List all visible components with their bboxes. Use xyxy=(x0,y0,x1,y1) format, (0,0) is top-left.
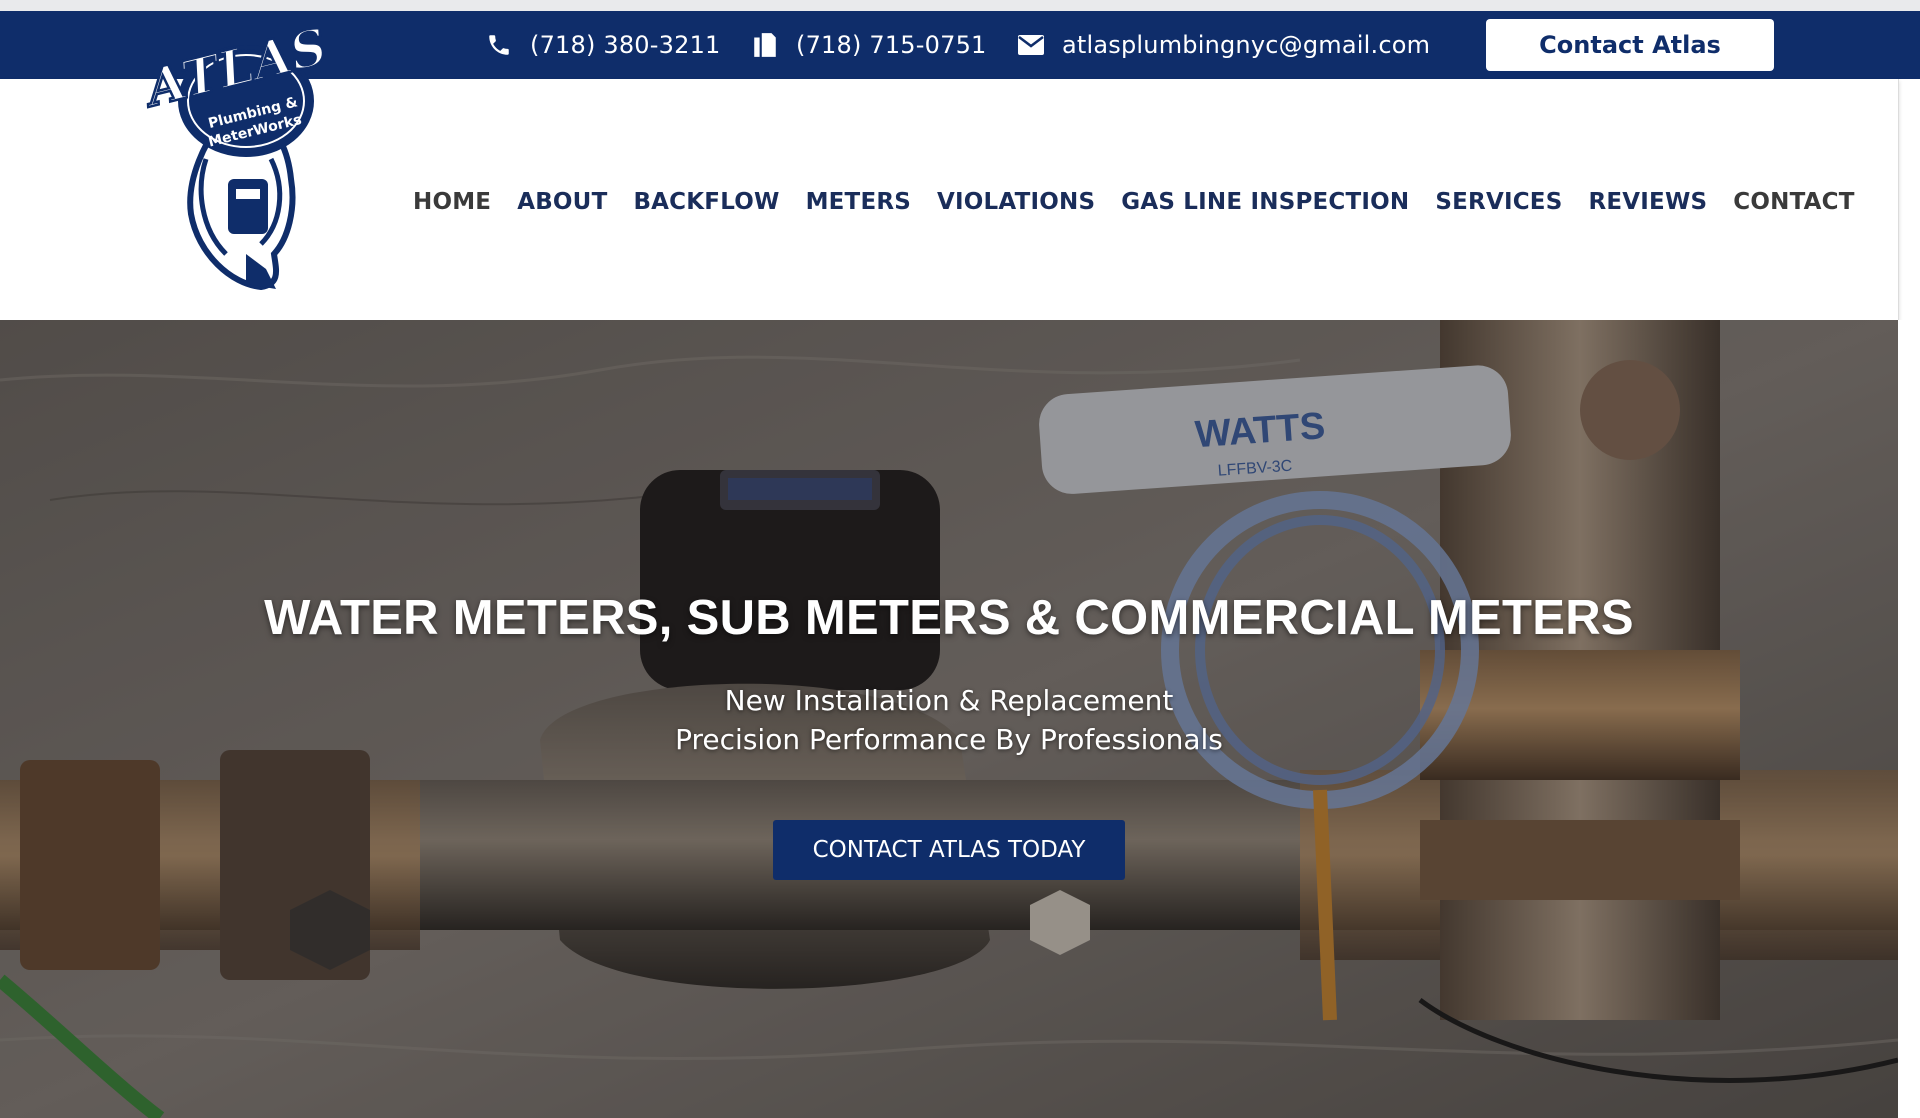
hero-subtitle-line2: Precision Performance By Professionals xyxy=(675,723,1223,756)
nav-backflow[interactable]: BACKFLOW xyxy=(620,185,792,219)
hero-section: WATTS LFFBV-3C WATER METERS, SUB METERS … xyxy=(0,320,1898,1118)
hero-subtitle-line1: New Installation & Replacement xyxy=(724,684,1174,717)
contact-atlas-today-button[interactable]: CONTACT ATLAS TODAY xyxy=(773,820,1125,880)
phone-link[interactable]: (718) 380-3211 xyxy=(486,11,721,79)
nav-meters[interactable]: METERS xyxy=(793,185,924,219)
fax-icon xyxy=(752,31,778,59)
page-right-margin xyxy=(1898,320,1920,1118)
hero-title: WATER METERS, SUB METERS & COMMERCIAL ME… xyxy=(264,591,1634,645)
email-link[interactable]: atlasplumbingnyc@gmail.com xyxy=(1018,11,1430,79)
site-header: ATLAS Plumbing & MeterWorks HOME ABOUT B… xyxy=(0,29,1899,320)
envelope-icon xyxy=(1018,35,1044,55)
phone-number: (718) 380-3211 xyxy=(530,31,721,59)
email-address: atlasplumbingnyc@gmail.com xyxy=(1062,31,1431,59)
fax-number: (718) 715-0751 xyxy=(796,31,987,59)
nav-about[interactable]: ABOUT xyxy=(504,185,620,219)
browser-top-strip xyxy=(0,0,1920,11)
nav-home[interactable]: HOME xyxy=(400,185,504,219)
atlas-logo: ATLAS Plumbing & MeterWorks xyxy=(146,29,334,291)
nav-services[interactable]: SERVICES xyxy=(1422,185,1575,219)
main-nav: HOME ABOUT BACKFLOW METERS VIOLATIONS GA… xyxy=(400,185,1868,219)
phone-icon xyxy=(486,32,512,58)
contact-atlas-button[interactable]: Contact Atlas xyxy=(1486,19,1774,71)
hero-overlay xyxy=(0,320,1898,1118)
nav-gas-line-inspection[interactable]: GAS LINE INSPECTION xyxy=(1108,185,1422,219)
nav-reviews[interactable]: REVIEWS xyxy=(1575,185,1720,219)
nav-contact[interactable]: CONTACT xyxy=(1720,185,1867,219)
nav-violations[interactable]: VIOLATIONS xyxy=(924,185,1108,219)
fax-link[interactable]: (718) 715-0751 xyxy=(752,11,987,79)
